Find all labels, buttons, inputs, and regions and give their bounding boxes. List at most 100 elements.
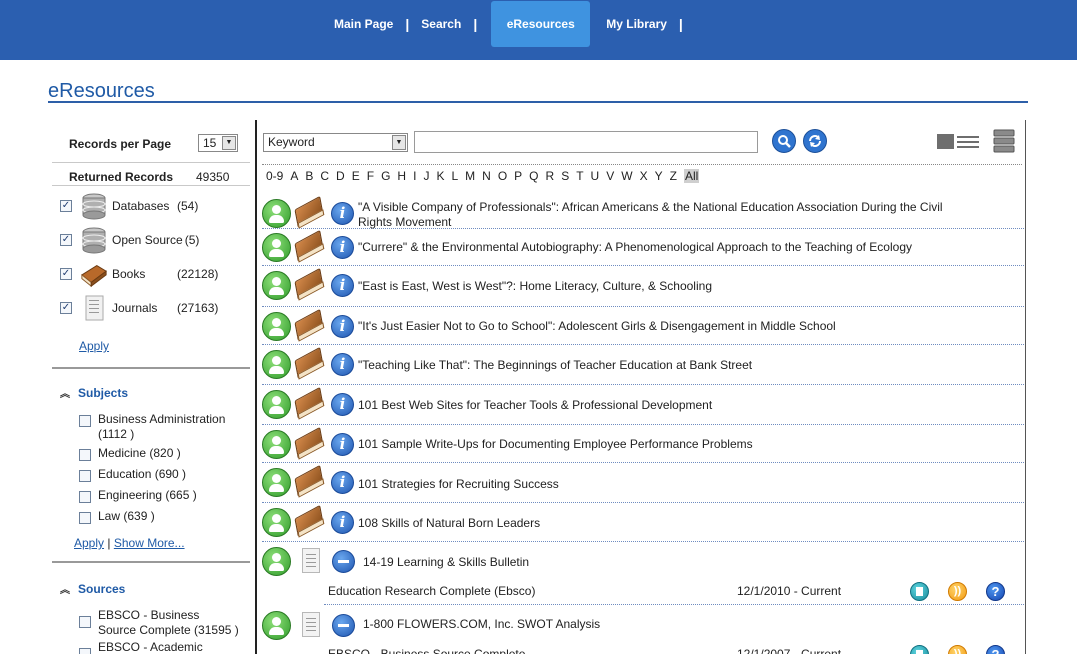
type-filter-books[interactable]: ✓ Books (22128) bbox=[60, 259, 250, 289]
result-title[interactable]: "It's Just Easier Not to Go to School": … bbox=[358, 319, 948, 334]
user-icon[interactable] bbox=[262, 467, 291, 497]
result-title[interactable]: 1-800 FLOWERS.COM, Inc. SWOT Analysis bbox=[363, 617, 953, 632]
user-icon[interactable] bbox=[262, 610, 291, 640]
alphabet-letter[interactable]: Z bbox=[670, 169, 677, 183]
user-icon[interactable] bbox=[262, 232, 291, 262]
apply-types-link[interactable]: Apply bbox=[79, 339, 109, 353]
checkbox[interactable] bbox=[79, 491, 91, 503]
help-icon[interactable]: ? bbox=[986, 582, 1005, 601]
alphabet-letter[interactable]: E bbox=[352, 169, 360, 183]
result-title[interactable]: "Teaching Like That": The Beginnings of … bbox=[358, 358, 948, 373]
subject-facet[interactable]: Medicine (820 ) bbox=[79, 446, 249, 461]
info-icon[interactable]: i bbox=[331, 314, 354, 338]
user-icon[interactable] bbox=[262, 546, 291, 576]
alphabet-letter[interactable]: N bbox=[482, 169, 491, 183]
checkbox[interactable]: ✓ bbox=[60, 268, 72, 280]
source-facet[interactable]: EBSCO - Business Source Complete (31595 … bbox=[79, 608, 249, 638]
checkbox[interactable] bbox=[79, 415, 91, 427]
result-title[interactable]: 14-19 Learning & Skills Bulletin bbox=[363, 555, 953, 570]
nav-main-page[interactable]: Main Page bbox=[334, 17, 393, 31]
subject-facet[interactable]: Business Administration (1112 ) bbox=[79, 412, 249, 442]
user-icon[interactable] bbox=[262, 429, 291, 459]
search-input[interactable] bbox=[414, 131, 758, 153]
alphabet-letter[interactable]: K bbox=[436, 169, 444, 183]
user-icon[interactable] bbox=[262, 270, 291, 300]
subject-facet[interactable]: Engineering (665 ) bbox=[79, 488, 249, 503]
search-field-select[interactable]: Keyword ▼ bbox=[263, 133, 408, 152]
document-icon[interactable] bbox=[910, 645, 929, 654]
alphabet-letter[interactable]: M bbox=[465, 169, 475, 183]
nav-my-library[interactable]: My Library bbox=[606, 17, 667, 31]
rss-icon[interactable]: )) bbox=[948, 582, 967, 601]
collapse-icon[interactable] bbox=[332, 613, 355, 637]
alphabet-letter[interactable]: J bbox=[423, 169, 429, 183]
alphabet-letter[interactable]: All bbox=[683, 169, 700, 183]
type-filter-journals[interactable]: ✓ Journals (27163) bbox=[60, 293, 250, 323]
alphabet-letter[interactable]: S bbox=[561, 169, 569, 183]
refresh-button[interactable] bbox=[803, 129, 827, 153]
info-icon[interactable]: i bbox=[331, 235, 354, 259]
subject-facet[interactable]: Education (690 ) bbox=[79, 467, 249, 482]
alphabet-letter[interactable]: R bbox=[546, 169, 555, 183]
subjects-header[interactable]: ︽ Subjects bbox=[60, 385, 128, 401]
info-icon[interactable]: i bbox=[331, 201, 354, 225]
alphabet-letter[interactable]: T bbox=[576, 169, 583, 183]
checkbox[interactable]: ✓ bbox=[60, 200, 72, 212]
records-per-page-select[interactable]: 15 ▼ bbox=[198, 134, 238, 152]
show-more-link[interactable]: Show More... bbox=[114, 536, 185, 550]
alphabet-letter[interactable]: P bbox=[514, 169, 522, 183]
detail-view-icon[interactable] bbox=[993, 129, 1015, 153]
type-filter-open-source[interactable]: ✓ Open Source (5) bbox=[60, 225, 250, 255]
help-icon[interactable]: ? bbox=[986, 645, 1005, 654]
checkbox[interactable] bbox=[79, 449, 91, 461]
search-button[interactable] bbox=[772, 129, 796, 153]
alphabet-letter[interactable]: 0-9 bbox=[266, 169, 283, 183]
apply-subjects-link[interactable]: Apply bbox=[74, 536, 104, 550]
alphabet-letter[interactable]: V bbox=[606, 169, 614, 183]
document-icon[interactable] bbox=[910, 582, 929, 601]
alphabet-letter[interactable]: H bbox=[397, 169, 406, 183]
info-icon[interactable]: i bbox=[331, 510, 354, 534]
checkbox[interactable] bbox=[79, 648, 91, 654]
result-title[interactable]: 101 Strategies for Recruiting Success bbox=[358, 477, 948, 492]
alphabet-letter[interactable]: A bbox=[290, 169, 298, 183]
alphabet-letter[interactable]: F bbox=[367, 169, 374, 183]
source-facet[interactable]: EBSCO - Academic bbox=[79, 640, 249, 654]
result-title[interactable]: "Currere" & the Environmental Autobiogra… bbox=[358, 240, 948, 255]
checkbox[interactable]: ✓ bbox=[60, 302, 72, 314]
subject-facet[interactable]: Law (639 ) bbox=[79, 509, 249, 524]
checkbox[interactable] bbox=[79, 616, 91, 628]
nav-search[interactable]: Search bbox=[421, 17, 461, 31]
info-icon[interactable]: i bbox=[331, 392, 354, 416]
collapse-icon[interactable] bbox=[332, 549, 355, 573]
checkbox[interactable]: ✓ bbox=[60, 234, 72, 246]
alphabet-letter[interactable]: X bbox=[640, 169, 648, 183]
info-icon[interactable]: i bbox=[331, 432, 354, 456]
checkbox[interactable] bbox=[79, 470, 91, 482]
user-icon[interactable] bbox=[262, 311, 291, 341]
alphabet-letter[interactable]: Q bbox=[529, 169, 538, 183]
alphabet-letter[interactable]: O bbox=[498, 169, 507, 183]
rss-icon[interactable]: )) bbox=[948, 645, 967, 654]
alphabet-letter[interactable]: B bbox=[305, 169, 313, 183]
result-title[interactable]: 101 Sample Write-Ups for Documenting Emp… bbox=[358, 437, 948, 452]
user-icon[interactable] bbox=[262, 198, 291, 228]
nav-eresources[interactable]: eResources bbox=[491, 0, 591, 47]
holding-source[interactable]: Education Research Complete (Ebsco) bbox=[328, 584, 535, 598]
alphabet-letter[interactable]: W bbox=[621, 169, 632, 183]
alphabet-letter[interactable]: Y bbox=[655, 169, 663, 183]
holding-source[interactable]: EBSCO - Business Source Complete bbox=[328, 647, 525, 654]
result-title[interactable]: "A Visible Company of Professionals": Af… bbox=[358, 200, 948, 230]
alphabet-letter[interactable]: I bbox=[413, 169, 416, 183]
info-icon[interactable]: i bbox=[331, 352, 354, 376]
list-view-icon[interactable] bbox=[937, 133, 981, 151]
user-icon[interactable] bbox=[262, 349, 291, 379]
info-icon[interactable]: i bbox=[331, 273, 354, 297]
alphabet-letter[interactable]: C bbox=[320, 169, 329, 183]
result-title[interactable]: 101 Best Web Sites for Teacher Tools & P… bbox=[358, 398, 948, 413]
type-filter-databases[interactable]: ✓ Databases (54) bbox=[60, 191, 250, 221]
user-icon[interactable] bbox=[262, 389, 291, 419]
result-title[interactable]: 108 Skills of Natural Born Leaders bbox=[358, 516, 948, 531]
user-icon[interactable] bbox=[262, 507, 291, 537]
alphabet-letter[interactable]: D bbox=[336, 169, 345, 183]
